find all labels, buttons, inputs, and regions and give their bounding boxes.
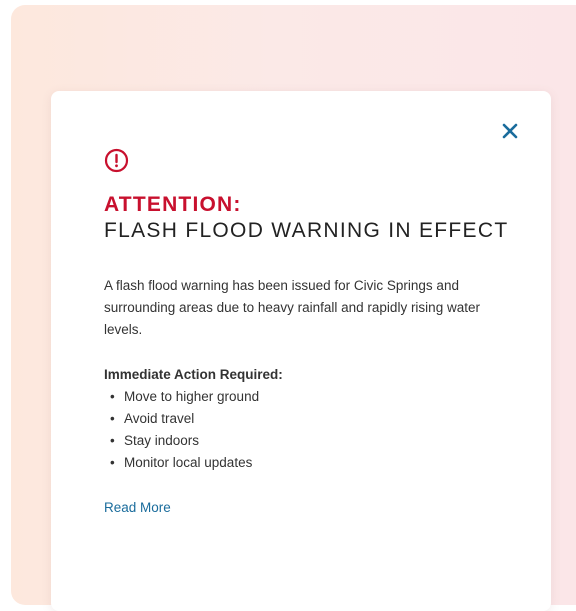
alert-headline: FLASH FLOOD WARNING IN EFFECT: [104, 219, 509, 242]
read-more-link[interactable]: Read More: [104, 497, 171, 519]
actions-heading: Immediate Action Required:: [104, 367, 283, 382]
action-item-label: Move to higher ground: [124, 389, 260, 404]
action-item-label: Stay indoors: [124, 433, 200, 448]
list-item: • Avoid travel: [104, 408, 259, 430]
alert-circle-icon: [104, 148, 129, 173]
actions-list: • Move to higher ground • Avoid travel • St…: [104, 386, 259, 474]
close-button[interactable]: [500, 121, 520, 141]
list-item: • Monitor local updates: [104, 452, 259, 474]
bullet: •: [110, 389, 115, 404]
action-item-label: Monitor local updates: [124, 455, 253, 470]
list-item: • Stay indoors: [104, 430, 259, 452]
bullet: •: [110, 433, 115, 448]
bullet: •: [110, 455, 115, 470]
close-icon: [502, 123, 518, 139]
list-item: • Move to higher ground: [104, 386, 259, 408]
alert-body: A flash flood warning has been issued fo…: [104, 278, 480, 337]
bullet: •: [110, 411, 115, 426]
action-item-label: Avoid travel: [124, 411, 195, 426]
alert-title: ATTENTION:: [104, 193, 242, 216]
